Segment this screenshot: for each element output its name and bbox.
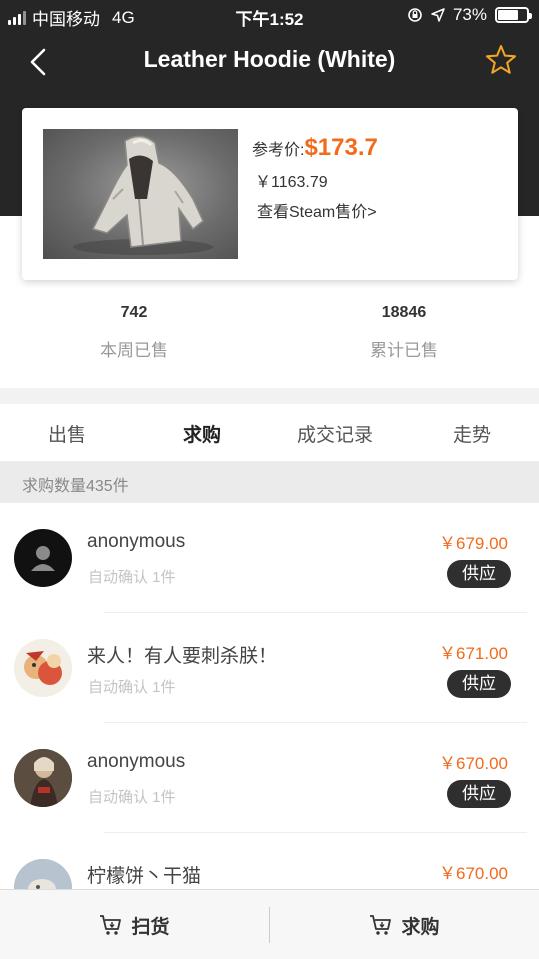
avatar[interactable] xyxy=(14,639,72,697)
order-price: ￥670.00 xyxy=(439,754,508,773)
tab-buy-orders[interactable]: 求购 xyxy=(183,420,221,447)
supply-button[interactable]: 供应 xyxy=(447,560,511,588)
battery-fill xyxy=(498,10,519,20)
cart-icon xyxy=(370,915,392,935)
battery-percent: 73% xyxy=(452,5,487,24)
product-image xyxy=(43,129,238,259)
supply-button[interactable]: 供应 xyxy=(447,670,511,698)
supply-button[interactable]: 供应 xyxy=(447,780,511,808)
order-detail: 自动确认 1件 xyxy=(88,679,176,696)
list-item: 柠檬饼丶干猫 ￥670.00 供应 xyxy=(0,833,539,889)
list-item: anonymous 自动确认 1件 ￥679.00 供应 xyxy=(0,503,539,613)
battery-icon xyxy=(495,7,532,23)
status-bar: 中国移动 4G 下午1:52 73% xyxy=(0,0,539,30)
tab-trade-history[interactable]: 成交记录 xyxy=(297,420,373,447)
avatar[interactable] xyxy=(14,529,72,587)
buyer-name: 来人！有人要刺杀朕！ xyxy=(87,646,278,667)
star-outline-icon xyxy=(486,45,516,74)
page-title: Leather Hoodie (White) xyxy=(143,46,396,72)
favorite-button[interactable] xyxy=(483,42,519,78)
order-detail: 自动确认 1件 xyxy=(88,569,176,586)
bottom-action-bar: 扫货 求购 xyxy=(0,889,539,959)
order-detail: 自动确认 1件 xyxy=(88,789,176,806)
total-sold-value: 18846 xyxy=(381,304,427,321)
sweep-button[interactable]: 扫货 xyxy=(0,890,269,959)
buyer-name: anonymous xyxy=(87,751,186,772)
tab-trend[interactable]: 走势 xyxy=(453,420,491,447)
orientation-lock-icon xyxy=(408,8,422,22)
list-item: anonymous 自动确认 1件 ￥670.00 供应 xyxy=(0,723,539,833)
total-sold-label: 累计已售 xyxy=(370,341,438,360)
order-price: ￥671.00 xyxy=(439,644,508,663)
buyer-name: 柠檬饼丶干猫 xyxy=(87,866,202,887)
week-sold-label: 本周已售 xyxy=(100,341,168,360)
avatar[interactable] xyxy=(14,749,72,807)
list-item: 来人！有人要刺杀朕！ 自动确认 1件 ￥671.00 供应 xyxy=(0,613,539,723)
reference-price-label: 参考价: xyxy=(252,142,305,159)
location-arrow-icon xyxy=(431,8,445,22)
buyer-name: anonymous xyxy=(87,531,186,552)
sweep-label: 扫货 xyxy=(131,916,170,938)
sales-stats: 742 本周已售 18846 累计已售 xyxy=(0,300,539,370)
cartoon-avatar-image xyxy=(14,639,72,697)
total-sold-stat: 18846 累计已售 xyxy=(304,304,504,361)
order-count-text: 求购数量435件 xyxy=(22,478,129,495)
place-buy-order-button[interactable]: 求购 xyxy=(270,890,539,959)
product-card: 参考价:$173.7 ￥1163.79 查看Steam售价> xyxy=(22,108,518,280)
buy-label: 求购 xyxy=(401,916,440,938)
avatar[interactable] xyxy=(14,859,72,889)
hoodie-image xyxy=(73,135,213,255)
photo-avatar-image xyxy=(14,859,72,889)
order-count-bar: 求购数量435件 xyxy=(0,461,539,503)
week-sold-stat: 742 本周已售 xyxy=(34,304,234,361)
tab-bar: 出售 求购 成交记录 走势 xyxy=(0,404,539,461)
cart-icon xyxy=(100,915,122,935)
week-sold-value: 742 xyxy=(120,304,148,321)
steam-price-link[interactable]: 查看Steam售价> xyxy=(257,198,377,222)
order-price: ￥670.00 xyxy=(439,864,508,883)
buy-order-list[interactable]: anonymous 自动确认 1件 ￥679.00 供应 来人！有人要刺杀朕！ … xyxy=(0,503,539,889)
price-cny: ￥1163.79 xyxy=(255,174,328,191)
tab-sell[interactable]: 出售 xyxy=(48,420,86,447)
reference-price: 参考价:$173.7 xyxy=(252,134,378,162)
status-right: 73% xyxy=(407,5,532,25)
photo-avatar-image xyxy=(14,749,72,807)
reference-price-usd: $173.7 xyxy=(304,134,378,161)
nav-bar: Leather Hoodie (White) xyxy=(0,36,539,86)
default-user-icon xyxy=(16,531,70,585)
order-price: ￥679.00 xyxy=(439,534,508,553)
